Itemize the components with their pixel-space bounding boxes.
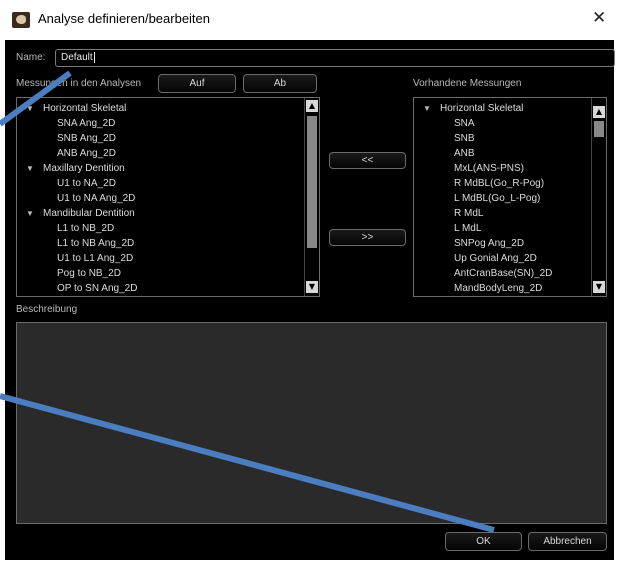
cancel-button[interactable]: Abbrechen <box>528 532 607 551</box>
tree-item-label: SNPog Ang_2D <box>454 238 525 249</box>
tree-item-label: R MdL <box>454 208 484 219</box>
expand-triangle-icon[interactable]: ▼ <box>23 101 37 116</box>
tree-item-label: L MdL <box>454 223 482 234</box>
scroll-thumb[interactable] <box>307 116 317 248</box>
tree-item-row[interactable]: MandBodyLeng_2D <box>420 281 552 296</box>
ok-button[interactable]: OK <box>445 532 522 551</box>
move-right-button[interactable]: >> <box>329 229 406 246</box>
tree-item-label: Horizontal Skeletal <box>440 103 524 114</box>
tree-item-label: L MdBL(Go_L-Pog) <box>454 193 541 204</box>
right-panel-label: Vorhandene Messungen <box>413 78 522 89</box>
name-value: Default <box>61 52 93 63</box>
description-textarea[interactable] <box>16 322 607 524</box>
tree-item-label: R MdBL(Go_R-Pog) <box>454 178 545 189</box>
move-left-button[interactable]: << <box>329 152 406 169</box>
dialog-window: Analyse definieren/bearbeiten ✕ Name: De… <box>0 0 618 564</box>
tree-item-row[interactable]: Pog to NB_2D <box>23 266 137 281</box>
tree-item-label: SNA Ang_2D <box>57 118 116 129</box>
tree-item-label: ANB <box>454 148 475 159</box>
tree-item-row[interactable]: SNA <box>420 116 552 131</box>
title-bar: Analyse definieren/bearbeiten ✕ <box>0 0 618 40</box>
app-icon <box>12 12 30 28</box>
tree-item-row[interactable]: Up Gonial Ang_2D <box>420 251 552 266</box>
tree-item-label: L1 to NB_2D <box>57 223 115 234</box>
expand-triangle-icon[interactable]: ▼ <box>23 161 37 176</box>
tree-item-label: U1 to NA Ang_2D <box>57 193 136 204</box>
tree-item-label: SNB Ang_2D <box>57 133 116 144</box>
tree-item-row[interactable]: SNA Ang_2D <box>23 116 137 131</box>
description-label: Beschreibung <box>16 304 78 315</box>
right-list-rows: ▼ Horizontal Skeletal SNA SNB ANB MxL(ANS-PNS… <box>420 101 552 296</box>
tree-item-label: OP to SN Ang_2D <box>57 283 138 294</box>
tree-item-label: Mandibular Dentition <box>43 208 135 219</box>
analysis-measurements-list[interactable]: ▼ Horizontal Skeletal SNA Ang_2D SNB Ang_2D… <box>16 97 320 297</box>
tree-item-label: MxL(ANS-PNS) <box>454 163 525 174</box>
tree-group-row[interactable]: ▼ Horizontal Skeletal <box>420 101 552 116</box>
left-panel-label: Messungen in den Analysen <box>16 78 142 89</box>
name-label: Name: <box>16 52 46 63</box>
tree-item-label: U1 to L1 Ang_2D <box>57 253 134 264</box>
tree-item-row[interactable]: AntCranBase(SN)_2D <box>420 266 552 281</box>
up-button[interactable]: Auf <box>158 74 236 93</box>
tree-group-row[interactable]: ▼ Maxillary Dentition <box>23 161 137 176</box>
tree-item-label: SNB <box>454 133 475 144</box>
tree-group-row[interactable]: ▼ Mandibular Dentition <box>23 206 137 221</box>
tree-item-row[interactable]: R MdBL(Go_R-Pog) <box>420 176 552 191</box>
tree-group-row[interactable]: ▼ Horizontal Skeletal <box>23 101 137 116</box>
tree-item-label: Horizontal Skeletal <box>43 103 127 114</box>
tree-item-row[interactable]: L MdL <box>420 221 552 236</box>
tree-item-row[interactable]: L1 to NB Ang_2D <box>23 236 137 251</box>
tree-item-label: MandBodyLeng_2D <box>454 283 543 294</box>
right-scrollbar[interactable]: ▲ ▼ <box>591 98 606 296</box>
tree-item-row[interactable]: SNPog Ang_2D <box>420 236 552 251</box>
scroll-down-icon[interactable]: ▼ <box>593 281 605 293</box>
tree-item-row[interactable]: MxL(ANS-PNS) <box>420 161 552 176</box>
tree-item-row[interactable]: ANB Ang_2D <box>23 146 137 161</box>
tree-item-row[interactable]: SNB <box>420 131 552 146</box>
dialog-body: Name: Default Messungen in den Analysen … <box>5 40 615 560</box>
window-title: Analyse definieren/bearbeiten <box>38 11 211 26</box>
tree-item-row[interactable]: R MdL <box>420 206 552 221</box>
scroll-thumb[interactable] <box>594 121 604 137</box>
scroll-up-icon[interactable]: ▲ <box>593 106 605 118</box>
expand-triangle-icon[interactable]: ▼ <box>23 206 37 221</box>
close-icon[interactable]: ✕ <box>592 8 606 28</box>
expand-triangle-icon[interactable]: ▼ <box>420 101 434 116</box>
tree-item-label: Maxillary Dentition <box>43 163 125 174</box>
text-caret <box>93 51 95 63</box>
name-input[interactable]: Default <box>55 49 615 67</box>
tree-item-label: Pog to NB_2D <box>57 268 121 279</box>
tree-item-row[interactable]: OP to SN Ang_2D <box>23 281 137 296</box>
tree-item-label: Up Gonial Ang_2D <box>454 253 537 264</box>
tree-item-label: U1 to NA_2D <box>57 178 116 189</box>
left-scrollbar[interactable]: ▲ ▼ <box>304 98 319 296</box>
tree-item-label: AntCranBase(SN)_2D <box>454 268 553 279</box>
tree-item-label: L1 to NB Ang_2D <box>57 238 135 249</box>
tree-item-row[interactable]: L1 to NB_2D <box>23 221 137 236</box>
scroll-up-icon[interactable]: ▲ <box>306 100 318 112</box>
tree-item-label: SNA <box>454 118 475 129</box>
tree-item-row[interactable]: U1 to NA Ang_2D <box>23 191 137 206</box>
tree-item-row[interactable]: SNB Ang_2D <box>23 131 137 146</box>
tree-item-row[interactable]: U1 to L1 Ang_2D <box>23 251 137 266</box>
tree-item-row[interactable]: L MdBL(Go_L-Pog) <box>420 191 552 206</box>
tree-item-label: ANB Ang_2D <box>57 148 116 159</box>
tree-item-row[interactable]: U1 to NA_2D <box>23 176 137 191</box>
left-list-rows: ▼ Horizontal Skeletal SNA Ang_2D SNB Ang_2D… <box>23 101 137 296</box>
scroll-down-icon[interactable]: ▼ <box>306 281 318 293</box>
down-button[interactable]: Ab <box>243 74 317 93</box>
available-measurements-list[interactable]: ▼ Horizontal Skeletal SNA SNB ANB MxL(ANS-PNS… <box>413 97 607 297</box>
tree-item-row[interactable]: ANB <box>420 146 552 161</box>
